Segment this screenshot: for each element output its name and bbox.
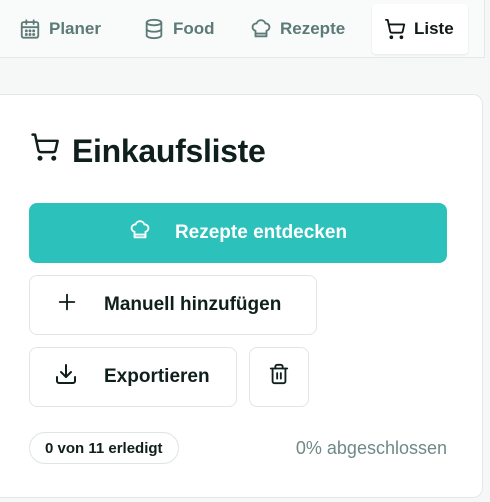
add-manually-button[interactable]: Manuell hinzufügen — [29, 275, 317, 335]
trash-icon — [268, 363, 290, 391]
tab-label: Planer — [49, 19, 101, 38]
page-title: Einkaufsliste — [30, 132, 266, 170]
tab-food[interactable]: Food — [143, 0, 215, 58]
tab-label: Liste — [414, 19, 454, 38]
tab-label: Food — [173, 19, 215, 38]
cart-icon — [30, 132, 60, 170]
top-nav: Planer Food Rezepte Liste — [0, 0, 485, 58]
plus-icon — [56, 291, 78, 319]
export-button[interactable]: Exportieren — [29, 347, 237, 407]
tab-label: Rezepte — [280, 19, 346, 38]
delete-list-button[interactable] — [249, 347, 309, 407]
calendar-icon — [19, 18, 41, 40]
chef-hat-icon — [129, 219, 151, 247]
tab-planer[interactable]: Planer — [19, 0, 101, 58]
status-badge: 0 von 11 erledigt — [29, 432, 179, 464]
button-label: Rezepte entdecken — [174, 222, 348, 243]
page-title-text: Einkaufsliste — [72, 132, 266, 169]
download-icon — [54, 362, 78, 392]
database-icon — [143, 18, 165, 40]
progress-text: 0% abgeschlossen — [295, 438, 447, 458]
button-label: Exportieren — [104, 366, 210, 387]
tab-liste[interactable]: Liste — [372, 4, 468, 54]
button-label: Manuell hinzufügen — [104, 294, 282, 315]
tab-rezepte[interactable]: Rezepte — [250, 0, 345, 58]
discover-recipes-button[interactable]: Rezepte entdecken — [29, 203, 447, 263]
chef-hat-icon — [250, 18, 272, 40]
cart-icon — [384, 18, 406, 40]
